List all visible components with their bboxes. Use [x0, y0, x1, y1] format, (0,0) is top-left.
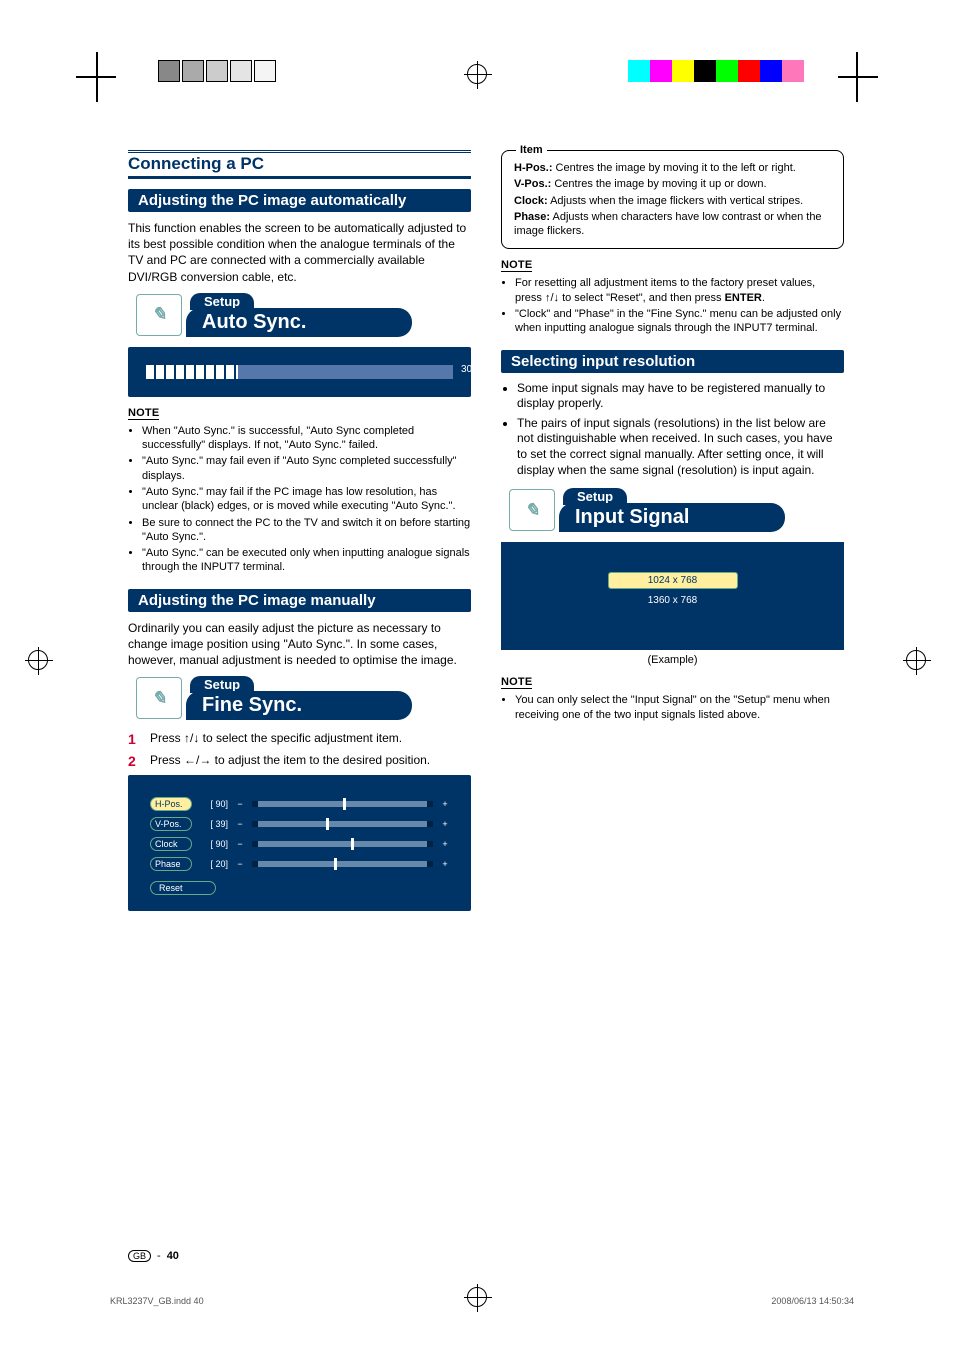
- note-item: "Clock" and "Phase" in the "Fine Sync." …: [515, 307, 844, 336]
- body-item: Some input signals may have to be regist…: [517, 381, 844, 412]
- steps: 1Press ↑/↓ to select the specific adjust…: [128, 730, 471, 768]
- file-date: 2008/06/13 14:50:34: [771, 1296, 854, 1306]
- plus-icon: +: [441, 799, 449, 809]
- registration-icon: [467, 64, 487, 87]
- item-val: Adjusts when the image flickers with ver…: [548, 195, 804, 207]
- slider-label: V-Pos.: [150, 817, 192, 831]
- fine-sync-body: Ordinarily you can easily adjust the pic…: [128, 620, 471, 669]
- note-heading: NOTE: [501, 259, 532, 272]
- slider-phase: Phase [ 20] − +: [150, 857, 449, 871]
- fine-sync-sliders: H-Pos. [ 90] − + V-Pos. [ 39] − + Clock …: [128, 775, 471, 911]
- right-column: Item H-Pos.: Centres the image by moving…: [501, 150, 844, 911]
- step-text: Press ←/→ to adjust the item to the desi…: [150, 753, 430, 767]
- slider-clock: Clock [ 90] − +: [150, 837, 449, 851]
- item-box: Item H-Pos.: Centres the image by moving…: [501, 150, 844, 249]
- note-heading: NOTE: [128, 407, 159, 420]
- osd-tab-fine-sync: Fine Sync.: [186, 691, 412, 720]
- note-item: Be sure to connect the PC to the TV and …: [142, 516, 471, 545]
- plus-icon: +: [441, 859, 449, 869]
- note-item: "Auto Sync." may fail even if "Auto Sync…: [142, 454, 471, 483]
- auto-sync-body: This function enables the screen to be a…: [128, 220, 471, 285]
- input-signal-box: 1024 x 768 1360 x 768: [501, 542, 844, 650]
- note-item: "Auto Sync." may fail if the PC image ha…: [142, 485, 471, 514]
- page-number: 40: [167, 1250, 179, 1262]
- crop-mark: [76, 76, 116, 78]
- slider-vpos: V-Pos. [ 39] − +: [150, 817, 449, 831]
- item-key: Phase:: [514, 211, 550, 223]
- gray-swatches: [158, 60, 276, 82]
- page-title: Connecting a PC: [128, 150, 471, 179]
- slider-label: H-Pos.: [150, 797, 192, 811]
- item-val: Centres the image by moving it to the le…: [553, 162, 796, 174]
- lang-badge: GB: [128, 1250, 151, 1262]
- note-item: For resetting all adjustment items to th…: [515, 276, 844, 305]
- slider-value: [ 90]: [200, 839, 228, 849]
- registration-icon: [906, 650, 926, 673]
- item-val: Adjusts when characters have low contras…: [514, 211, 822, 237]
- osd-input-signal: ✎ Setup Input Signal: [501, 488, 844, 534]
- heading-auto-sync: Adjusting the PC image automatically: [128, 189, 471, 212]
- footer: GB - 40: [128, 1250, 844, 1262]
- reset-option: Reset: [150, 881, 216, 895]
- osd-auto-sync: ✎ Setup Auto Sync.: [128, 293, 471, 339]
- note-item: You can only select the "Input Signal" o…: [515, 693, 844, 722]
- slider-hpos: H-Pos. [ 90] − +: [150, 797, 449, 811]
- step-text: Press ↑/↓ to select the specific adjustm…: [150, 731, 402, 745]
- slider-value: [ 90]: [200, 799, 228, 809]
- registration-icon: [467, 1287, 487, 1310]
- minus-icon: −: [236, 819, 244, 829]
- heading-input-resolution: Selecting input resolution: [501, 350, 844, 373]
- slider-value: [ 20]: [200, 859, 228, 869]
- dash: -: [157, 1250, 161, 1262]
- item-key: H-Pos.:: [514, 162, 553, 174]
- osd-tab-input-signal: Input Signal: [559, 503, 785, 532]
- input-signal-option: 1360 x 768: [608, 593, 738, 608]
- right-notes: For resetting all adjustment items to th…: [501, 276, 844, 335]
- item-key: Clock:: [514, 195, 548, 207]
- step-1: 1Press ↑/↓ to select the specific adjust…: [128, 730, 471, 746]
- left-column: Connecting a PC Adjusting the PC image a…: [128, 150, 471, 911]
- setup-icon: ✎: [136, 677, 182, 719]
- osd-fine-sync: ✎ Setup Fine Sync.: [128, 676, 471, 722]
- auto-sync-notes: When "Auto Sync." is successful, "Auto S…: [128, 424, 471, 575]
- auto-sync-progress: 30%: [128, 347, 471, 397]
- plus-icon: +: [441, 819, 449, 829]
- slider-label: Clock: [150, 837, 192, 851]
- file-name: KRL3237V_GB.indd 40: [110, 1296, 204, 1306]
- note-item: When "Auto Sync." is successful, "Auto S…: [142, 424, 471, 453]
- minus-icon: −: [236, 859, 244, 869]
- setup-icon: ✎: [136, 294, 182, 336]
- step-2: 2Press ←/→ to adjust the item to the des…: [128, 752, 471, 768]
- setup-icon: ✎: [509, 489, 555, 531]
- body-item: The pairs of input signals (resolutions)…: [517, 416, 844, 478]
- minus-icon: −: [236, 799, 244, 809]
- item-legend: Item: [516, 143, 547, 157]
- input-signal-notes: You can only select the "Input Signal" o…: [501, 693, 844, 722]
- item-key: V-Pos.:: [514, 178, 551, 190]
- crop-mark: [838, 76, 878, 78]
- slider-label: Phase: [150, 857, 192, 871]
- slider-value: [ 39]: [200, 819, 228, 829]
- heading-fine-sync: Adjusting the PC image manually: [128, 589, 471, 612]
- registration-icon: [28, 650, 48, 673]
- progress-percent: 30%: [461, 364, 481, 375]
- plus-icon: +: [441, 839, 449, 849]
- note-heading: NOTE: [501, 676, 532, 689]
- color-swatches: [628, 60, 804, 82]
- page: Connecting a PC Adjusting the PC image a…: [0, 0, 954, 1350]
- item-val: Centres the image by moving it up or dow…: [551, 178, 766, 190]
- input-resolution-body: Some input signals may have to be regist…: [501, 381, 844, 479]
- note-item: "Auto Sync." can be executed only when i…: [142, 546, 471, 575]
- input-signal-option: 1024 x 768: [608, 572, 738, 589]
- minus-icon: −: [236, 839, 244, 849]
- osd-tab-auto-sync: Auto Sync.: [186, 308, 412, 337]
- example-label: (Example): [501, 654, 844, 666]
